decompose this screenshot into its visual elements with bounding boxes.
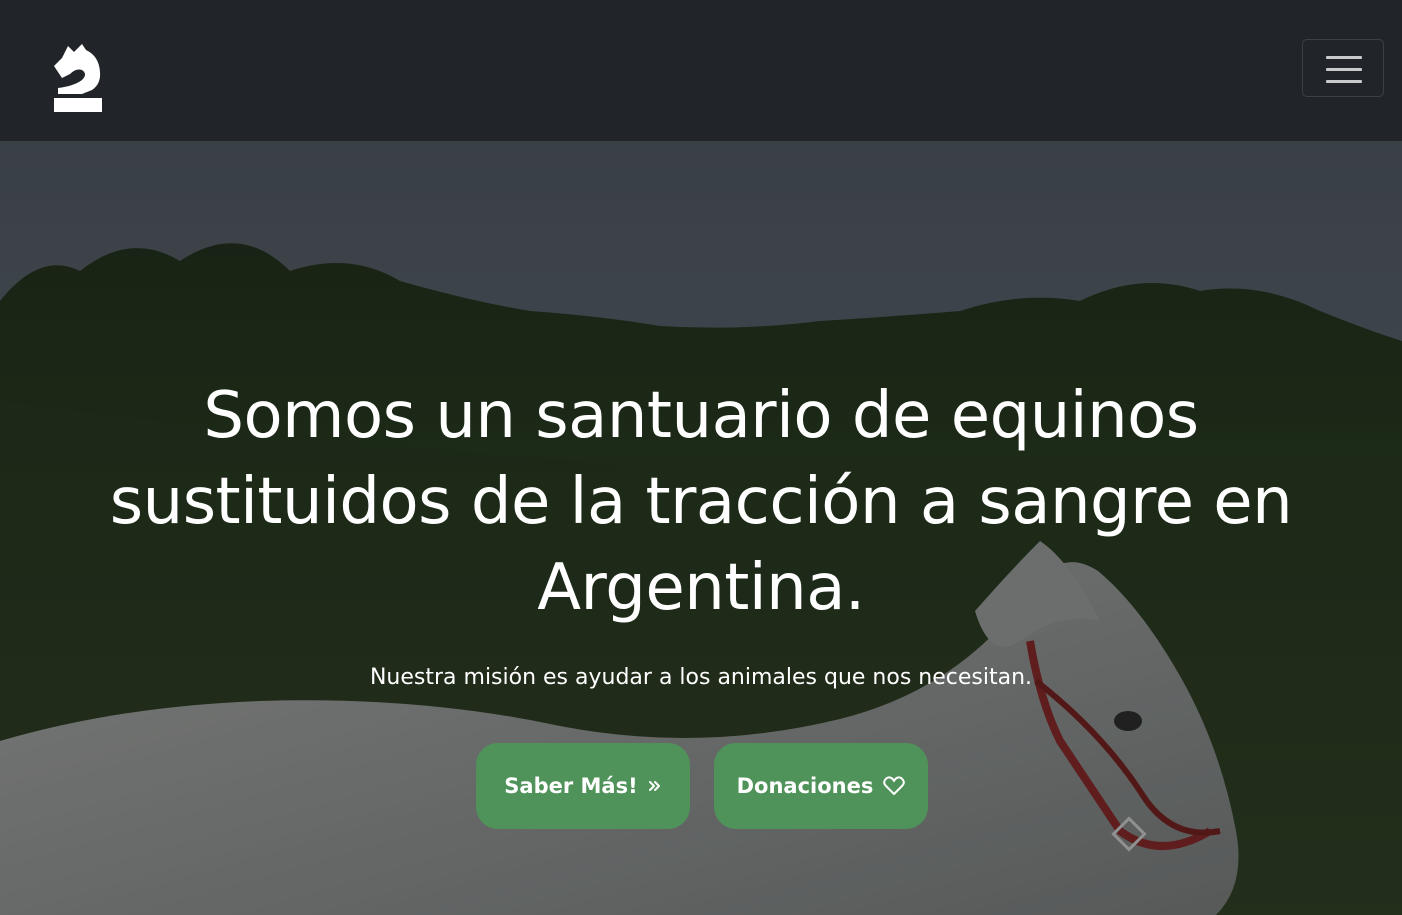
saber-mas-label: Saber Más! [504,774,638,798]
brand-logo-link[interactable] [52,42,104,114]
donaciones-button[interactable]: Donaciones [714,743,928,829]
hero-title: Somos un santuario de equinos sustituido… [109,379,1293,625]
navbar [0,0,1402,141]
hero-section: Somos un santuario de equinos sustituido… [0,141,1402,915]
heart-outline-icon [883,776,906,796]
hero-subtitle: Nuestra misión es ayudar a los animales … [369,665,1033,690]
double-chevron-right-icon [648,779,662,793]
donaciones-label: Donaciones [736,774,874,798]
horse-head-logo-icon [54,44,102,112]
navbar-toggler-button[interactable] [1302,39,1384,97]
saber-mas-button[interactable]: Saber Más! [476,743,690,829]
